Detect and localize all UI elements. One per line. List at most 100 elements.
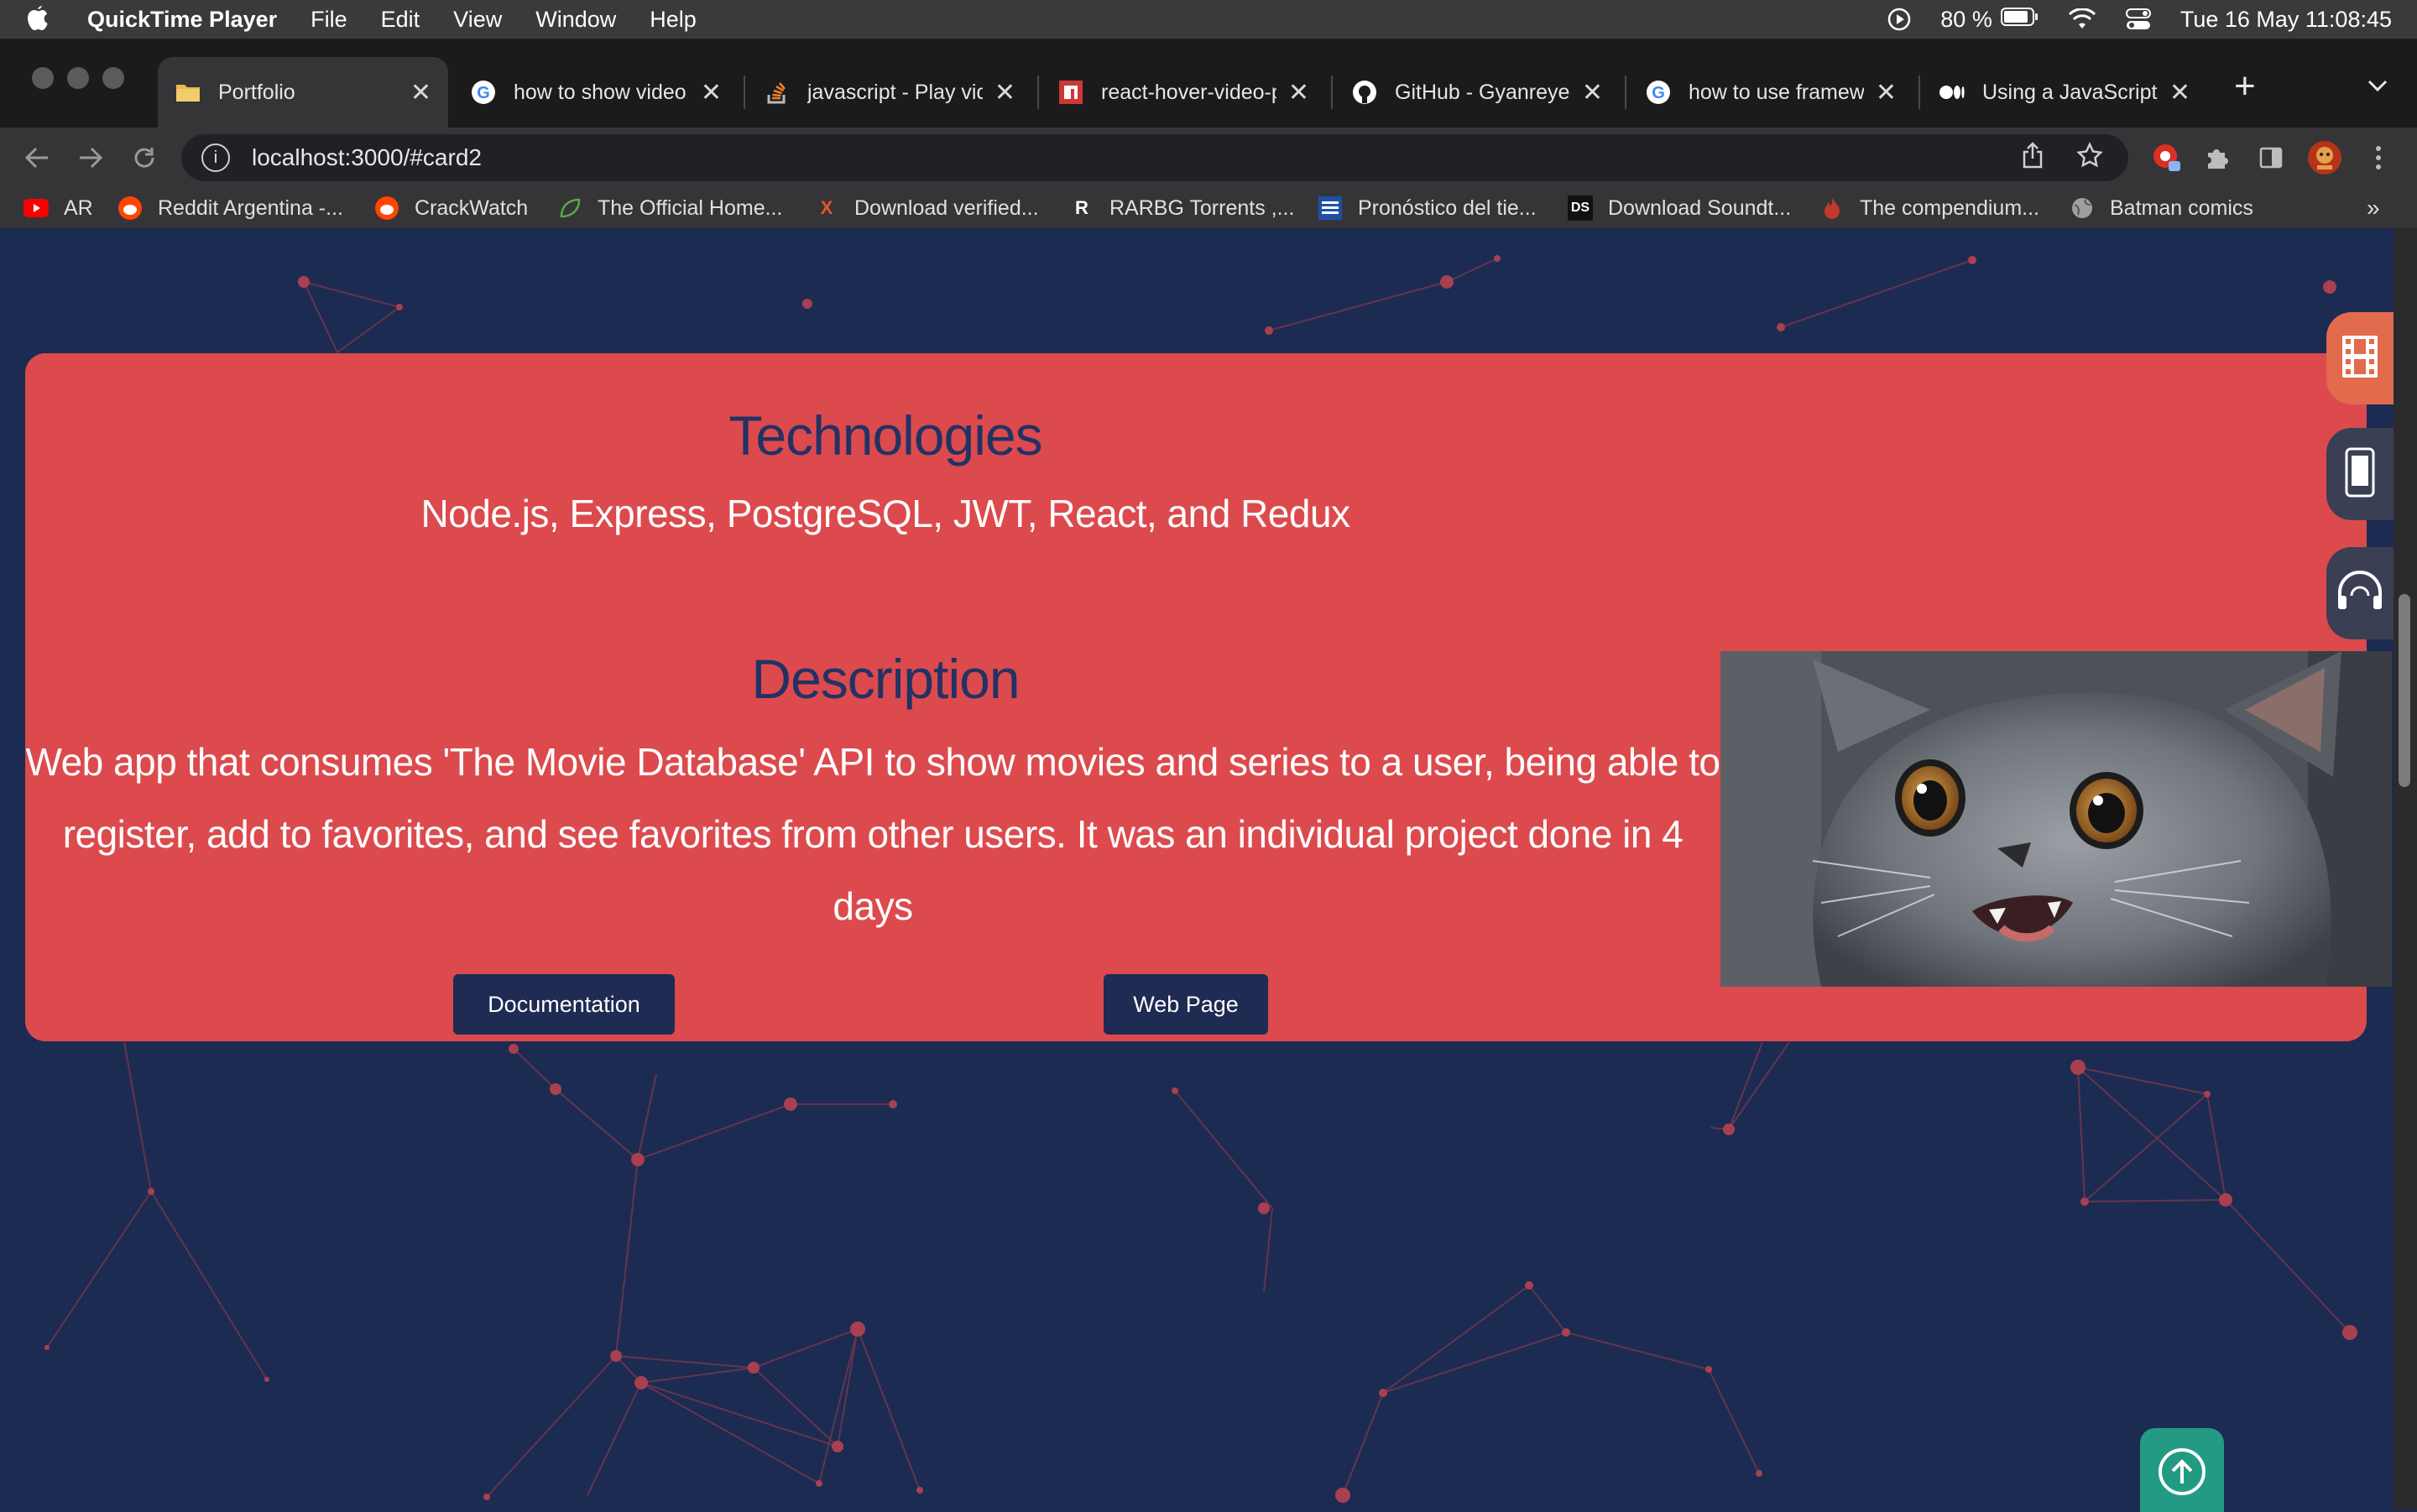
tab-close-icon[interactable]: ✕ <box>1876 78 1897 107</box>
bookmark-pronostico[interactable]: Pronóstico del tie... <box>1318 195 1537 222</box>
share-icon[interactable] <box>2021 141 2044 175</box>
address-bar[interactable]: i localhost:3000/#card2 <box>181 134 2128 181</box>
bookmark-download-soundtracks[interactable]: DS Download Soundt... <box>1568 195 1791 222</box>
back-button[interactable] <box>17 138 57 178</box>
bookmark-official-home[interactable]: The Official Home... <box>557 195 782 222</box>
tab-github[interactable]: GitHub - Gyanreyer ✕ <box>1334 57 1620 128</box>
extension-shield-icon[interactable] <box>2147 138 2187 178</box>
tab-separator <box>1331 76 1333 109</box>
description-text: Web app that consumes 'The Movie Databas… <box>25 740 1720 928</box>
project-preview-image[interactable] <box>1720 651 2392 987</box>
leaf-icon <box>557 196 582 221</box>
tab-medium[interactable]: Using a JavaScript ✕ <box>1922 57 2207 128</box>
forward-button[interactable] <box>70 138 111 178</box>
bookmark-star-icon[interactable] <box>2076 141 2103 175</box>
battery-percent: 80 % <box>1940 6 1992 32</box>
tab-search-chevron-icon[interactable] <box>2367 72 2388 98</box>
documentation-button[interactable]: Documentation <box>453 974 675 1035</box>
side-support-button[interactable] <box>2326 547 2394 639</box>
google-icon: G <box>470 79 497 106</box>
scroll-to-top-button[interactable] <box>2140 1428 2224 1512</box>
site-info-icon[interactable]: i <box>201 143 230 172</box>
bookmark-label: Download verified... <box>854 196 1039 220</box>
tab-portfolio[interactable]: Portfolio ✕ <box>158 57 448 128</box>
tab-close-icon[interactable]: ✕ <box>701 78 722 107</box>
side-projects-button[interactable] <box>2326 312 2394 404</box>
menu-file[interactable]: File <box>311 7 347 33</box>
control-center-icon[interactable] <box>2125 7 2152 32</box>
bookmark-ar[interactable]: AR <box>23 195 93 222</box>
npm-icon <box>1057 79 1084 106</box>
reddit-icon <box>374 196 399 221</box>
tab-label: Portfolio <box>218 80 295 104</box>
youtube-icon <box>23 196 49 221</box>
profile-avatar[interactable] <box>2305 138 2345 178</box>
menu-window[interactable]: Window <box>535 7 616 33</box>
tab-google-framework[interactable]: G how to use framew ✕ <box>1628 57 1913 128</box>
tab-close-icon[interactable]: ✕ <box>410 78 431 107</box>
tab-close-icon[interactable]: ✕ <box>2169 78 2190 107</box>
browser-menu-icon[interactable] <box>2358 138 2399 178</box>
zoom-window-button[interactable] <box>102 67 124 89</box>
clock[interactable]: Tue 16 May 11:08:45 <box>2180 7 2392 33</box>
tab-label: javascript - Play vid <box>807 80 983 104</box>
new-tab-button[interactable]: + <box>2234 65 2256 107</box>
battery-icon <box>2000 7 2039 33</box>
flame-icon <box>1819 196 1845 221</box>
tab-label: Using a JavaScript <box>1982 80 2158 104</box>
technologies-text: Node.js, Express, PostgreSQL, JWT, React… <box>420 492 1350 535</box>
battery-status[interactable]: 80 % <box>1940 7 2039 33</box>
tab-stackoverflow[interactable]: javascript - Play vid ✕ <box>747 57 1032 128</box>
menu-edit[interactable]: Edit <box>381 7 420 33</box>
ds-icon: DS <box>1568 196 1593 221</box>
portfolio-page: Technologies Node.js, Express, PostgreSQ… <box>0 228 2394 1510</box>
bookmarks-bar: AR Reddit Argentina -... CrackWatch The … <box>0 188 2417 228</box>
tab-separator <box>1625 76 1626 109</box>
bookmark-crackwatch[interactable]: CrackWatch <box>374 195 528 222</box>
stackoverflow-icon <box>764 79 791 106</box>
close-window-button[interactable] <box>32 67 54 89</box>
menu-view[interactable]: View <box>453 7 502 33</box>
wifi-icon[interactable] <box>2068 8 2096 30</box>
bookmark-label: The compendium... <box>1860 196 2039 220</box>
svg-text:G: G <box>1652 84 1665 102</box>
tab-separator <box>1037 76 1039 109</box>
headset-icon <box>2335 570 2385 617</box>
bookmark-label: The Official Home... <box>598 196 783 220</box>
page-scrollbar-thumb[interactable] <box>2399 594 2410 787</box>
bookmark-rarbg[interactable]: R RARBG Torrents ,... <box>1069 195 1294 222</box>
side-contact-button[interactable] <box>2326 428 2394 520</box>
page-scrollbar-track[interactable] <box>2394 228 2417 1510</box>
tab-label: react-hover-video-p <box>1101 80 1276 104</box>
tab-close-icon[interactable]: ✕ <box>1582 78 1603 107</box>
tab-strip: Portfolio ✕ G how to show video o ✕ java… <box>0 39 2417 128</box>
bookmarks-overflow-icon[interactable]: » <box>2367 195 2380 222</box>
bookmark-download-verified[interactable]: X Download verified... <box>814 195 1039 222</box>
screen-recording-icon[interactable] <box>1887 7 1912 32</box>
reload-button[interactable] <box>124 138 164 178</box>
bookmark-label: CrackWatch <box>415 196 529 220</box>
tab-google-video[interactable]: G how to show video o ✕ <box>453 57 739 128</box>
menu-help[interactable]: Help <box>650 7 697 33</box>
google-icon: G <box>1645 79 1672 106</box>
extensions-puzzle-icon[interactable] <box>2197 138 2237 178</box>
tab-close-icon[interactable]: ✕ <box>994 78 1015 107</box>
web-page-button[interactable]: Web Page <box>1104 974 1268 1035</box>
weather-icon <box>1318 196 1343 221</box>
globe-icon <box>2070 196 2095 221</box>
github-icon <box>1351 79 1378 106</box>
tab-npm[interactable]: react-hover-video-p ✕ <box>1041 57 1326 128</box>
side-panel-icon[interactable] <box>2251 138 2291 178</box>
url-text[interactable]: localhost:3000/#card2 <box>252 144 482 171</box>
apple-icon[interactable] <box>25 5 52 34</box>
bookmark-label: AR <box>64 196 93 220</box>
menu-app-name[interactable]: QuickTime Player <box>87 7 277 33</box>
bookmark-reddit-argentina[interactable]: Reddit Argentina -... <box>117 195 343 222</box>
tab-close-icon[interactable]: ✕ <box>1288 78 1309 107</box>
svg-text:G: G <box>477 84 490 102</box>
bookmark-label: Pronóstico del tie... <box>1358 196 1537 220</box>
bookmark-compendium[interactable]: The compendium... <box>1819 195 2039 222</box>
bookmark-batman-comics[interactable]: Batman comics <box>2070 195 2253 222</box>
minimize-window-button[interactable] <box>67 67 89 89</box>
mobile-phone-icon <box>2345 447 2375 502</box>
